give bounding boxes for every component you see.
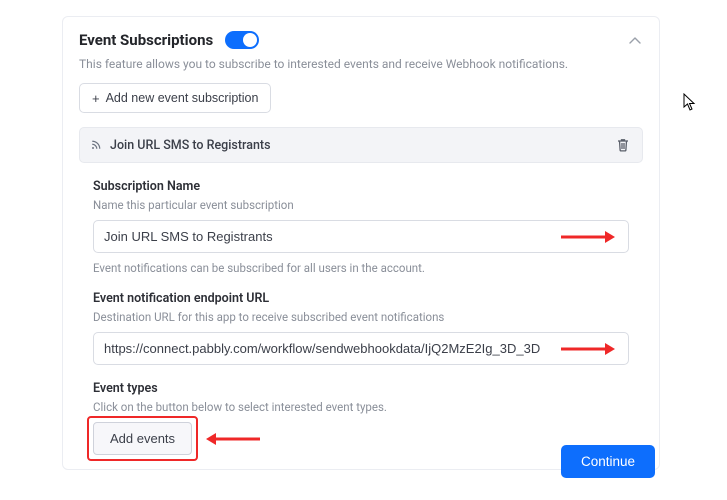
feature-toggle[interactable] <box>225 31 259 49</box>
subscription-bar[interactable]: Join URL SMS to Registrants <box>79 127 643 163</box>
endpoint-url-help: Destination URL for this app to receive … <box>93 310 629 324</box>
panel-title: Event Subscriptions <box>79 31 213 49</box>
endpoint-url-section: Event notification endpoint URL Destinat… <box>79 291 643 365</box>
delete-subscription-button[interactable] <box>614 136 632 154</box>
event-types-help: Click on the button below to select inte… <box>93 400 629 414</box>
subscription-name-section: Subscription Name Name this particular e… <box>79 179 643 275</box>
panel-header: Event Subscriptions <box>79 31 643 49</box>
add-new-subscription-label: Add new event subscription <box>106 91 259 105</box>
plus-icon: + <box>92 92 100 105</box>
chevron-up-icon[interactable] <box>627 33 643 49</box>
endpoint-url-input[interactable] <box>93 332 629 365</box>
annotation-arrow-icon <box>206 432 260 446</box>
event-types-section: Event types Click on the button below to… <box>79 381 643 455</box>
subscription-name-label: Subscription Name <box>93 179 629 194</box>
subscription-name-input[interactable] <box>93 220 629 253</box>
panel-description: This feature allows you to subscribe to … <box>79 57 643 71</box>
event-types-label: Event types <box>93 381 629 396</box>
subscription-name-help: Name this particular event subscription <box>93 198 629 212</box>
event-subscriptions-panel: Event Subscriptions This feature allows … <box>62 16 660 470</box>
endpoint-url-label: Event notification endpoint URL <box>93 291 629 306</box>
subscription-name-note: Event notifications can be subscribed fo… <box>93 261 629 275</box>
cursor-icon <box>683 93 697 111</box>
add-events-label: Add events <box>110 431 175 446</box>
subscription-bar-label: Join URL SMS to Registrants <box>110 138 271 153</box>
add-new-subscription-button[interactable]: + Add new event subscription <box>79 83 271 113</box>
rss-icon <box>90 139 102 151</box>
trash-icon <box>615 137 631 153</box>
add-events-button[interactable]: Add events <box>93 422 192 455</box>
continue-button[interactable]: Continue <box>561 445 655 478</box>
toggle-knob <box>243 33 257 47</box>
continue-label: Continue <box>581 454 635 469</box>
